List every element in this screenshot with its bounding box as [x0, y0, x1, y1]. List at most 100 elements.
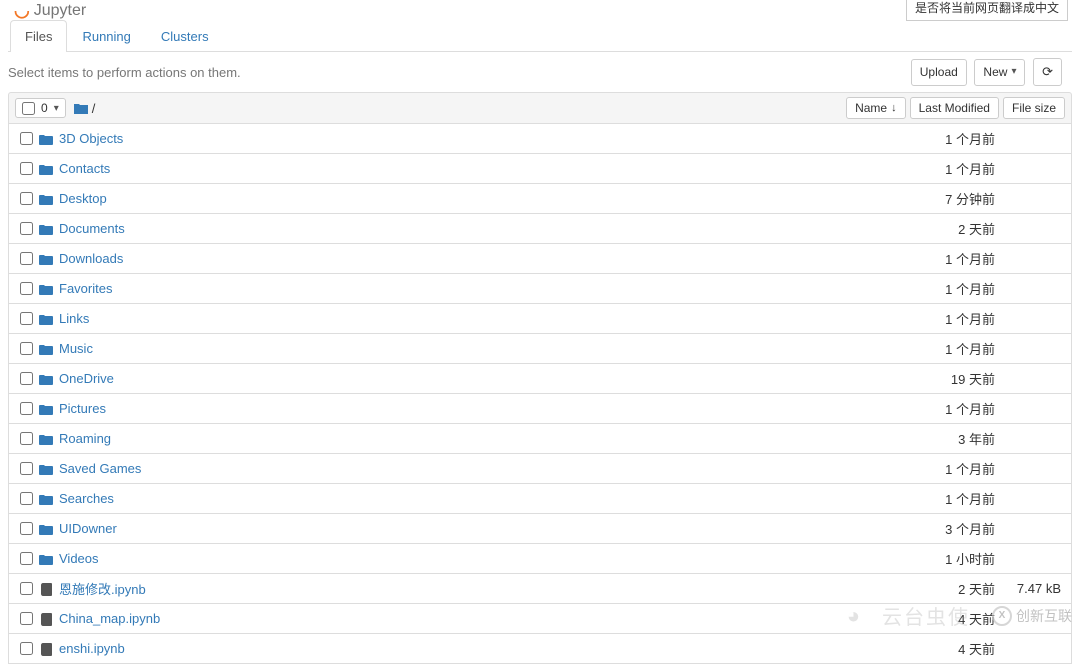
list-item: Saved Games1 个月前 — [8, 454, 1072, 484]
upload-button[interactable]: Upload — [911, 59, 967, 86]
row-checkbox[interactable] — [20, 642, 33, 655]
item-name[interactable]: Searches — [55, 491, 885, 506]
row-checkbox[interactable] — [20, 342, 33, 355]
translate-prompt[interactable]: 是否将当前网页翻译成中文 — [906, 0, 1068, 21]
folder-icon — [37, 491, 55, 506]
row-checkbox[interactable] — [20, 282, 33, 295]
new-button[interactable]: New ▾ — [974, 59, 1025, 86]
notebook-icon — [37, 641, 55, 656]
row-checkbox[interactable] — [20, 582, 33, 595]
jupyter-logo: ◡ Jupyter — [14, 0, 86, 21]
item-name[interactable]: Downloads — [55, 251, 885, 266]
item-name[interactable]: Desktop — [55, 191, 885, 206]
item-name[interactable]: enshi.ipynb — [55, 641, 885, 656]
list-item: Music1 个月前 — [8, 334, 1072, 364]
row-checkbox[interactable] — [20, 492, 33, 505]
folder-icon — [37, 521, 55, 536]
item-name[interactable]: 3D Objects — [55, 131, 885, 146]
list-item: OneDrive19 天前 — [8, 364, 1072, 394]
new-button-label: New — [983, 64, 1007, 81]
row-checkbox[interactable] — [20, 222, 33, 235]
item-modified: 2 天前 — [885, 219, 995, 238]
item-modified: 3 个月前 — [885, 519, 995, 538]
jupyter-swirl-icon: ◡ — [14, 0, 30, 21]
list-item: Downloads1 个月前 — [8, 244, 1072, 274]
item-name[interactable]: Favorites — [55, 281, 885, 296]
refresh-icon: ⟳ — [1042, 63, 1053, 81]
list-item: Desktop7 分钟前 — [8, 184, 1072, 214]
notebook-icon — [37, 581, 55, 596]
item-modified: 7 分钟前 — [885, 189, 995, 208]
arrow-down-icon: ↓ — [891, 102, 897, 114]
folder-icon — [37, 461, 55, 476]
folder-icon — [37, 161, 55, 176]
list-item: enshi.ipynb4 天前 — [8, 634, 1072, 664]
select-all-group[interactable]: 0 ▾ — [15, 98, 66, 118]
tab-clusters[interactable]: Clusters — [146, 20, 224, 52]
folder-icon — [37, 251, 55, 266]
row-checkbox[interactable] — [20, 522, 33, 535]
row-checkbox[interactable] — [20, 252, 33, 265]
item-name[interactable]: China_map.ipynb — [55, 611, 885, 626]
tab-running[interactable]: Running — [67, 20, 145, 52]
tab-files[interactable]: Files — [10, 20, 67, 52]
item-modified: 1 个月前 — [885, 249, 995, 268]
item-name[interactable]: Contacts — [55, 161, 885, 176]
item-size: 7.47 kB — [995, 581, 1065, 596]
item-name[interactable]: OneDrive — [55, 371, 885, 386]
row-checkbox[interactable] — [20, 132, 33, 145]
item-modified: 19 天前 — [885, 369, 995, 388]
refresh-button[interactable]: ⟳ — [1033, 58, 1062, 86]
item-name[interactable]: Saved Games — [55, 461, 885, 476]
row-checkbox[interactable] — [20, 462, 33, 475]
list-item: UIDowner3 个月前 — [8, 514, 1072, 544]
row-checkbox[interactable] — [20, 402, 33, 415]
folder-icon — [37, 311, 55, 326]
folder-icon — [74, 101, 88, 116]
item-name[interactable]: Pictures — [55, 401, 885, 416]
item-modified: 1 个月前 — [885, 279, 995, 298]
folder-icon — [37, 191, 55, 206]
logo-text: Jupyter — [34, 2, 86, 20]
list-item: Contacts1 个月前 — [8, 154, 1072, 184]
folder-icon — [37, 551, 55, 566]
dashboard-tabs: Files Running Clusters — [8, 20, 1072, 52]
item-modified: 1 小时前 — [885, 549, 995, 568]
select-all-checkbox[interactable] — [22, 102, 35, 115]
folder-icon — [37, 221, 55, 236]
sort-file-size-button[interactable]: File size — [1003, 97, 1065, 119]
list-item: 恩施修改.ipynb2 天前7.47 kB — [8, 574, 1072, 604]
row-checkbox[interactable] — [20, 552, 33, 565]
row-checkbox[interactable] — [20, 372, 33, 385]
item-modified: 4 天前 — [885, 609, 995, 628]
sort-name-button[interactable]: Name ↓ — [846, 97, 906, 119]
row-checkbox[interactable] — [20, 432, 33, 445]
row-checkbox[interactable] — [20, 162, 33, 175]
select-caret-icon: ▾ — [54, 103, 59, 114]
item-name[interactable]: Music — [55, 341, 885, 356]
list-item: Pictures1 个月前 — [8, 394, 1072, 424]
list-item: Roaming3 年前 — [8, 424, 1072, 454]
item-name[interactable]: Videos — [55, 551, 885, 566]
item-modified: 2 天前 — [885, 579, 995, 598]
row-checkbox[interactable] — [20, 612, 33, 625]
folder-icon — [37, 131, 55, 146]
list-item: China_map.ipynb4 天前 — [8, 604, 1072, 634]
list-item: Favorites1 个月前 — [8, 274, 1072, 304]
list-item: 3D Objects1 个月前 — [8, 124, 1072, 154]
item-modified: 1 个月前 — [885, 459, 995, 478]
item-name[interactable]: UIDowner — [55, 521, 885, 536]
item-name[interactable]: 恩施修改.ipynb — [55, 579, 885, 598]
notebook-icon — [37, 611, 55, 626]
sort-name-label: Name — [855, 101, 887, 115]
item-name[interactable]: Documents — [55, 221, 885, 236]
item-modified: 3 年前 — [885, 429, 995, 448]
breadcrumb[interactable]: / — [74, 101, 96, 116]
hint-text: Select items to perform actions on them. — [8, 65, 241, 80]
row-checkbox[interactable] — [20, 192, 33, 205]
item-modified: 1 个月前 — [885, 159, 995, 178]
row-checkbox[interactable] — [20, 312, 33, 325]
item-name[interactable]: Links — [55, 311, 885, 326]
sort-last-modified-button[interactable]: Last Modified — [910, 97, 999, 119]
item-name[interactable]: Roaming — [55, 431, 885, 446]
